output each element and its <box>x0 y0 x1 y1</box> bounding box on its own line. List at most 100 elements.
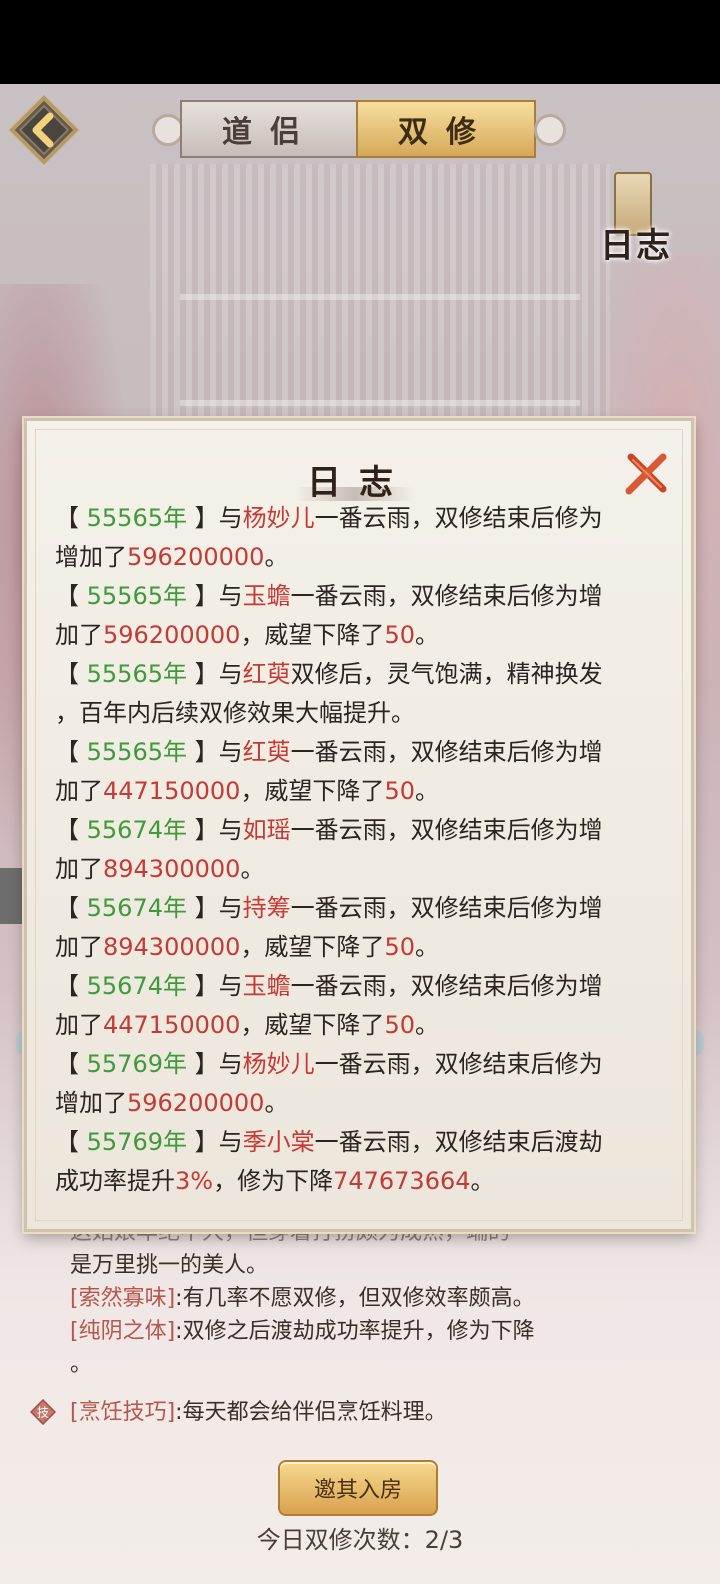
tab-daolv[interactable]: 道侣 <box>180 100 358 158</box>
log-line: 【 55769年 】与季小棠一番云雨，双修结束后渡劫 <box>55 1123 675 1162</box>
log-text: 【 <box>55 582 87 610</box>
skill-row: [烹饪技巧]:每天都会给伴侣烹饪料理。 <box>70 1396 447 1429</box>
log-year: 55565年 <box>86 738 187 766</box>
tab-bar-ornament-right <box>534 114 566 146</box>
log-text: 。 <box>240 855 265 883</box>
log-partner-name: 杨妙儿 <box>242 504 315 532</box>
log-line: 加了894300000。 <box>55 850 675 889</box>
log-text: 【 <box>55 1128 87 1156</box>
log-number: 50 <box>384 933 415 961</box>
log-year: 55565年 <box>86 660 187 688</box>
skill-icon-glyph: 技 <box>37 1406 49 1420</box>
log-text: 】与 <box>187 894 243 922</box>
log-text: ，威望下降了 <box>240 1011 385 1039</box>
log-button[interactable]: 日志 <box>586 168 682 266</box>
log-line: 增加了596200000。 <box>55 1084 675 1123</box>
log-partner-name: 杨妙儿 <box>242 1050 315 1078</box>
skill-name: [烹饪技巧] <box>70 1400 176 1425</box>
log-text: 增加了 <box>55 1089 127 1117</box>
daily-count: 今日双修次数：2/3 <box>256 1526 464 1554</box>
log-text: 】与 <box>187 816 243 844</box>
log-line: 【 55674年 】与持筹一番云雨，双修结束后修为增 <box>55 889 675 928</box>
log-line: 加了447150000，威望下降了50。 <box>55 1006 675 1045</box>
log-text: 成功率提升 <box>55 1167 175 1195</box>
log-text: 。 <box>414 1011 439 1039</box>
log-number: 596200000 <box>127 543 265 571</box>
log-text: 】与 <box>187 504 243 532</box>
log-text: ，威望下降了 <box>240 933 385 961</box>
log-line: 【 55674年 】与玉蟾一番云雨，双修结束后修为增 <box>55 967 675 1006</box>
log-text: ，威望下降了 <box>240 621 385 649</box>
log-button-label: 日志 <box>600 226 672 266</box>
log-line: 增加了596200000。 <box>55 538 675 577</box>
trait-name: [索然寡味] <box>70 1286 176 1311</box>
log-text: 【 <box>55 816 87 844</box>
log-text: 【 <box>55 972 87 1000</box>
log-number: 894300000 <box>103 855 241 883</box>
log-text: 。 <box>414 777 439 805</box>
log-text: 加了 <box>55 777 103 805</box>
log-year: 55565年 <box>86 504 187 532</box>
trait-row: [纯阴之体]:双修之后渡劫成功率提升，修为下降 <box>70 1315 670 1348</box>
tab-shuangxiu[interactable]: 双修 <box>356 100 536 158</box>
log-text: 增加了 <box>55 543 127 571</box>
skill-icon: 技 <box>29 1398 57 1426</box>
log-partner-name: 持筹 <box>242 894 291 922</box>
tab-bar: 道侣 双修 <box>152 100 566 158</box>
log-number: 596200000 <box>103 621 241 649</box>
log-number: 3% <box>175 1167 214 1195</box>
log-text: 】与 <box>187 582 243 610</box>
log-text: 一番云雨，双修结束后渡劫 <box>314 1128 603 1156</box>
log-text: 加了 <box>55 1011 103 1039</box>
log-text: 】与 <box>187 972 243 1000</box>
log-text: 。 <box>414 933 439 961</box>
log-number: 447150000 <box>103 777 241 805</box>
log-number: 596200000 <box>127 1089 265 1117</box>
log-text: 【 <box>55 738 87 766</box>
log-line: 加了596200000，威望下降了50。 <box>55 616 675 655</box>
log-entry-list[interactable]: 【 55565年 】与杨妙儿一番云雨，双修结束后修为 增加了596200000。【… <box>55 499 675 1201</box>
log-text: 一番云雨，双修结束后修为增 <box>290 894 603 922</box>
log-text: 。 <box>264 1089 289 1117</box>
log-text: 一番云雨，双修结束后修为增 <box>290 738 603 766</box>
log-year: 55674年 <box>86 816 187 844</box>
trait-text: :双修之后渡劫成功率提升，修为下降 <box>175 1319 535 1344</box>
log-number: 894300000 <box>103 933 241 961</box>
log-text: 双修后，灵气饱满，精神换发 <box>290 660 603 688</box>
log-text: 。 <box>264 543 289 571</box>
log-line: 【 55565年 】与杨妙儿一番云雨，双修结束后修为 <box>55 499 675 538</box>
log-text: 】与 <box>187 1050 243 1078</box>
log-text: ，百年内后续双修效果大幅提升。 <box>55 699 415 727</box>
log-text: 【 <box>55 504 87 532</box>
trait-text: :有几率不愿双修，但双修效率颇高。 <box>175 1286 535 1311</box>
log-line: 【 55674年 】与如瑶一番云雨，双修结束后修为增 <box>55 811 675 850</box>
log-text: 【 <box>55 660 87 688</box>
log-year: 55769年 <box>86 1128 187 1156</box>
log-partner-name: 如瑶 <box>242 816 291 844</box>
log-text: 】与 <box>187 738 243 766</box>
trait-tail: 。 <box>70 1352 93 1377</box>
log-text: 一番云雨，双修结束后修为 <box>314 504 603 532</box>
log-partner-name: 红萸 <box>242 738 291 766</box>
log-text: 一番云雨，双修结束后修为 <box>314 1050 603 1078</box>
close-button[interactable] <box>623 451 669 497</box>
log-text: 。 <box>470 1167 495 1195</box>
close-icon <box>625 453 667 495</box>
invite-button[interactable]: 邀其入房 <box>278 1460 438 1516</box>
back-button[interactable] <box>8 94 80 166</box>
log-partner-name: 红萸 <box>242 660 291 688</box>
log-text: 【 <box>55 894 87 922</box>
log-number: 50 <box>384 777 415 805</box>
trait-row: [索然寡味]:有几率不愿双修，但双修效率颇高。 <box>70 1282 670 1315</box>
log-partner-name: 季小棠 <box>242 1128 315 1156</box>
log-line: 成功率提升3%，修为下降747673664。 <box>55 1162 675 1201</box>
log-line: 加了894300000，威望下降了50。 <box>55 928 675 967</box>
log-text: 一番云雨，双修结束后修为增 <box>290 816 603 844</box>
log-number: 50 <box>384 1011 415 1039</box>
log-line: ，百年内后续双修效果大幅提升。 <box>55 694 675 733</box>
log-text: 一番云雨，双修结束后修为增 <box>290 972 603 1000</box>
log-text: 加了 <box>55 855 103 883</box>
log-text: 加了 <box>55 621 103 649</box>
status-bar <box>0 0 720 84</box>
log-number: 447150000 <box>103 1011 241 1039</box>
